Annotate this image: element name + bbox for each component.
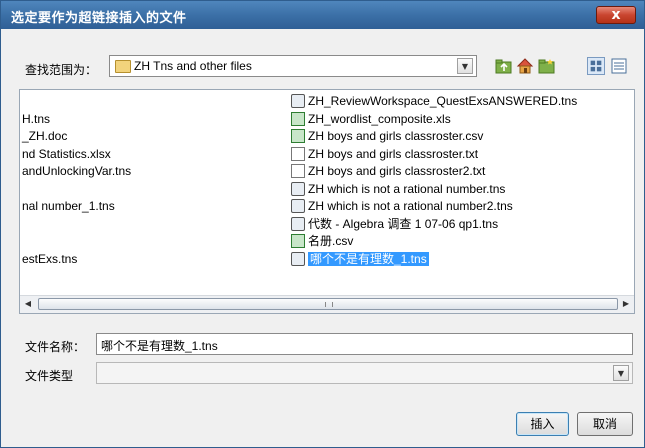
filetype-combo[interactable]: ▼ [96,362,633,384]
file-item[interactable]: ZH boys and girls classroster.txt [291,146,478,163]
file-dialog: 选定要作为超链接插入的文件 x 查找范围为： ZH Tns and other … [0,0,645,448]
file-item[interactable]: ZH_ReviewWorkspace_QuestExsANSWERED.tns [291,93,577,110]
file-list[interactable]: ZH_ReviewWorkspace_QuestExsANSWERED.tns Z… [19,89,635,314]
file-item[interactable]: andUnlockingVar.tns [22,163,131,180]
file-item[interactable]: 代数 - Algebra 调查 1 07-06 qp1.tns [291,216,498,233]
cancel-button[interactable]: 取消 [577,412,633,436]
folder-icon [115,60,131,73]
filename-input[interactable]: 哪个不是有理数_1.tns [96,333,633,355]
csv-file-icon [291,129,305,143]
up-folder-icon[interactable] [495,57,513,75]
txt-file-icon [291,147,305,161]
file-name: ZH which is not a rational number.tns [308,182,506,196]
file-name: 名册.csv [308,234,354,248]
tns-file-icon [291,182,305,196]
file-item[interactable]: H.tns [22,111,50,128]
file-item[interactable]: ZH boys and girls classroster2.txt [291,163,485,180]
title-bar: 选定要作为超链接插入的文件 x [1,1,644,29]
filetype-label: 文件类型 [25,369,74,383]
lookin-combo[interactable]: ZH Tns and other files ▼ [109,55,477,77]
scroll-left-icon[interactable]: ◀ [22,298,34,310]
insert-button[interactable]: 插入 [516,412,569,436]
file-item[interactable]: 名册.csv [291,233,353,250]
file-name: H.tns [22,112,51,126]
file-item[interactable]: 哪个不是有理数_1.tns [291,251,429,268]
scroll-right-icon[interactable]: ▶ [620,298,632,310]
file-item[interactable]: nal number_1.tns [22,198,115,215]
chevron-down-icon[interactable]: ▼ [613,365,629,381]
txt-file-icon [291,164,305,178]
filename-label: 文件名称： [25,340,86,354]
file-item[interactable]: nd Statistics.xlsx [22,146,111,163]
file-name: ZH boys and girls classroster.csv [308,129,484,143]
scrollbar-thumb[interactable] [38,298,618,310]
new-folder-icon[interactable] [538,57,556,75]
tns-file-icon [291,94,305,108]
file-name: ZH boys and girls classroster.txt [308,147,479,161]
file-name: andUnlockingVar.tns [22,164,132,178]
file-item[interactable]: _ZH.doc [22,128,67,145]
file-name: ZH_ReviewWorkspace_QuestExsANSWERED.tns [308,94,578,108]
file-name: nal number_1.tns [22,199,115,213]
lookin-value: ZH Tns and other files [134,59,252,73]
chevron-down-icon[interactable]: ▼ [457,58,473,74]
file-items: ZH_ReviewWorkspace_QuestExsANSWERED.tns Z… [20,90,634,296]
tns-file-icon [291,252,305,266]
xls-file-icon [291,112,305,126]
file-name: ZH_wordlist_composite.xls [308,112,451,126]
file-item[interactable]: estExs.tns [22,251,77,268]
grip-icon [325,302,333,307]
dialog-title: 选定要作为超链接插入的文件 [11,11,187,26]
home-icon[interactable] [516,57,534,75]
file-name: ZH boys and girls classroster2.txt [308,164,486,178]
file-name: ZH which is not a rational number2.tns [308,199,513,213]
file-item[interactable]: ZH which is not a rational number.tns [291,181,505,198]
file-item[interactable]: ZH boys and girls classroster.csv [291,128,483,145]
tns-file-icon [291,217,305,231]
csv-file-icon [291,234,305,248]
close-button[interactable]: x [596,6,636,24]
file-name: estExs.tns [22,252,78,266]
horizontal-scrollbar[interactable]: ◀ ▶ [20,295,634,313]
details-view-icon[interactable] [610,57,628,75]
file-item[interactable]: ZH which is not a rational number2.tns [291,198,513,215]
lookin-label: 查找范围为： [25,63,98,77]
file-name: 哪个不是有理数_1.tns [308,252,429,266]
file-name: 代数 - Algebra 调查 1 07-06 qp1.tns [308,217,499,231]
file-name: nd Statistics.xlsx [22,147,111,161]
file-name: _ZH.doc [22,129,68,143]
tns-file-icon [291,199,305,213]
file-item[interactable]: ZH_wordlist_composite.xls [291,111,451,128]
list-view-icon[interactable] [587,57,605,75]
